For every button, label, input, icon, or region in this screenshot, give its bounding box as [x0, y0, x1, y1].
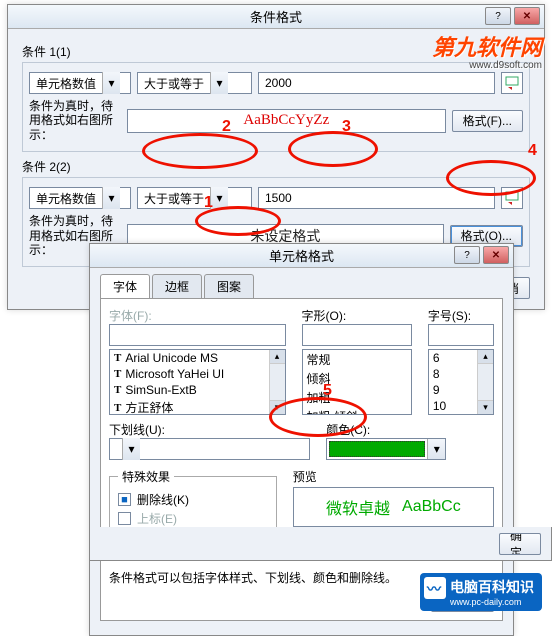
dialog2-title: 单元格格式: [269, 246, 334, 265]
help-button[interactable]: ?: [454, 246, 480, 264]
style-input[interactable]: [302, 324, 412, 346]
scrollbar[interactable]: ▴▾: [477, 350, 493, 414]
list-item[interactable]: TSimSun-ExtB: [110, 382, 285, 398]
tab-border-label: 边框: [165, 280, 189, 294]
cond2-target-value: 单元格数值: [30, 190, 102, 207]
underline-label: 下划线(U):: [109, 421, 310, 438]
list-item[interactable]: TArial Unicode MS: [110, 350, 285, 366]
watermark2-text: 电脑百科知识: [450, 579, 534, 595]
cond2-format-label: 格式(O)...: [461, 227, 512, 244]
cond2-operator-select[interactable]: 大于或等于 ▾: [137, 187, 252, 209]
cond1-target-select[interactable]: 单元格数值 ▾: [29, 72, 131, 94]
superscript-checkbox: 上标(E): [118, 510, 268, 527]
truetype-icon: T: [114, 402, 121, 414]
strike-label: 删除线(K): [137, 491, 189, 508]
dialog2-footer: 确定: [89, 527, 552, 561]
list-item[interactable]: TMicrosoft YaHei UI: [110, 366, 285, 382]
cond2-target-select[interactable]: 单元格数值 ▾: [29, 187, 131, 209]
ok-button-partial[interactable]: 确定: [499, 533, 541, 555]
cond2-value: 1500: [265, 191, 292, 205]
tab-pattern[interactable]: 图案: [204, 274, 254, 298]
color-label: 颜色(C):: [326, 421, 494, 438]
cond1-operator-value: 大于或等于: [138, 75, 210, 92]
dialog1-titlebar: 条件格式 ? ✕: [8, 5, 544, 29]
close-button[interactable]: ✕: [483, 246, 509, 264]
chevron-down-icon: ▾: [102, 72, 120, 94]
underline-select[interactable]: ▾: [109, 438, 310, 460]
cond2-operator-value: 大于或等于: [138, 190, 210, 207]
tab-strip: 字体 边框 图案: [90, 268, 513, 298]
help-button[interactable]: ?: [485, 7, 511, 25]
effects-legend: 特殊效果: [118, 468, 174, 485]
scroll-up-icon[interactable]: ▴: [478, 350, 493, 364]
size-label: 字号(S):: [428, 307, 494, 324]
cond1-sample-text: AaBbCcYyZz: [243, 112, 329, 129]
truetype-icon: T: [114, 368, 121, 380]
cond1-target-value: 单元格数值: [30, 75, 102, 92]
font-label: 字体(F):: [109, 307, 286, 324]
truetype-icon: T: [114, 384, 121, 396]
cond1-value-input[interactable]: 2000: [258, 72, 495, 94]
ok-label: 确定: [510, 533, 530, 555]
scroll-down-icon[interactable]: ▾: [478, 400, 493, 414]
cond1-format-label: 格式(F)...: [463, 112, 512, 129]
range-picker-icon[interactable]: [501, 72, 523, 94]
scroll-up-icon[interactable]: ▴: [270, 350, 285, 364]
tab-border[interactable]: 边框: [152, 274, 202, 298]
color-select[interactable]: ▾: [326, 438, 446, 460]
list-item[interactable]: T方正舒体: [110, 398, 285, 415]
cond1-sample-label: 条件为真时，待用格式如右图所示：: [29, 99, 121, 142]
chevron-down-icon: ▾: [210, 187, 228, 209]
list-item[interactable]: 加粗: [303, 388, 411, 407]
cond1-value: 2000: [265, 76, 292, 90]
cond2-value-input[interactable]: 1500: [258, 187, 495, 209]
cond1-operator-select[interactable]: 大于或等于 ▾: [137, 72, 252, 94]
cond1-sample-box: AaBbCcYyZz: [127, 109, 446, 133]
watermark2-url: www.pc-daily.com: [450, 597, 534, 607]
font-list[interactable]: TArial Unicode MS TMicrosoft YaHei UI TS…: [109, 349, 286, 415]
size-input[interactable]: [428, 324, 494, 346]
list-item[interactable]: 倾斜: [303, 369, 411, 388]
cond1-format-button[interactable]: 格式(F)...: [452, 110, 523, 132]
preview-text-en: AaBbCc: [402, 498, 461, 516]
preview-text-cn: 微软卓越: [326, 495, 390, 519]
preview-box: 微软卓越 AaBbCc: [293, 487, 494, 527]
condition1-label: 条件 1(1): [22, 43, 530, 60]
style-label: 字形(O):: [302, 307, 412, 324]
chevron-down-icon: ▾: [122, 438, 140, 460]
style-list[interactable]: 常规 倾斜 加粗 加粗 倾斜: [302, 349, 412, 415]
chevron-down-icon: ▾: [210, 72, 228, 94]
dialog1-title: 条件格式: [250, 7, 302, 26]
scroll-down-icon[interactable]: ▾: [270, 400, 285, 414]
size-list[interactable]: 6 8 9 10 ▴▾: [428, 349, 494, 415]
truetype-icon: T: [114, 352, 121, 364]
checkbox-icon: ■: [118, 493, 131, 506]
range-picker-icon[interactable]: [501, 187, 523, 209]
list-item[interactable]: 加粗 倾斜: [303, 407, 411, 415]
tab-font-label: 字体: [113, 280, 137, 294]
watermark-pcdaily: 电脑百科知识 www.pc-daily.com: [420, 573, 542, 611]
condition2-label: 条件 2(2): [22, 158, 530, 175]
list-item[interactable]: 常规: [303, 350, 411, 369]
tab-font[interactable]: 字体: [100, 274, 150, 298]
close-button[interactable]: ✕: [514, 7, 540, 25]
chevron-down-icon: ▾: [427, 439, 445, 459]
font-input: [109, 324, 286, 346]
preview-label: 预览: [293, 468, 494, 485]
condition1-group: 单元格数值 ▾ 大于或等于 ▾ 2000 条件为真时，待用格式如右图所示： Aa…: [22, 62, 530, 152]
checkbox-icon: [118, 512, 131, 525]
strike-checkbox[interactable]: ■ 删除线(K): [118, 491, 268, 508]
tab-pattern-label: 图案: [217, 280, 241, 294]
scrollbar[interactable]: ▴▾: [269, 350, 285, 414]
color-swatch: [329, 441, 425, 457]
dialog2-titlebar: 单元格格式 ? ✕: [90, 244, 513, 268]
chevron-down-icon: ▾: [102, 187, 120, 209]
super-label: 上标(E): [137, 510, 177, 527]
